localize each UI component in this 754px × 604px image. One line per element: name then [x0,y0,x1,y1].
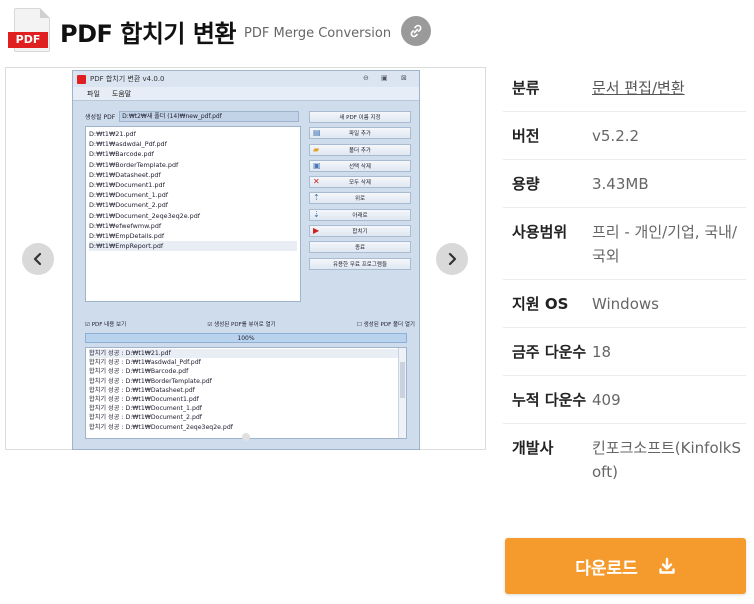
list-item: D:₩t1₩efwefwmw.pdf [89,221,162,230]
app-options: ☑ PDF 내용 보기 ☑ 생성된 PDF를 뷰어로 열기 ☐ 생성된 PDF … [85,322,415,328]
list-item: 합치기 성공 : D:₩t1₩Document_1.pdf [89,405,202,413]
download-button[interactable]: 다운로드 [505,538,746,594]
info-row-weekly-downloads: 금주 다운수 18 [503,328,746,376]
app-screenshot: PDF 합치기 변환 v4.0.0 ⊖ ▣ ⊠ 파일 도움말 생성될 PDF D… [72,70,420,450]
list-item: 합치기 성공 : D:₩t1₩Document_2eqe3eq2e.pdf [89,423,233,431]
app-button: 유용한 무료 프로그램들 [309,257,411,270]
info-row-os: 지원 OS Windows [503,280,746,328]
list-item: D:₩t1₩EmpDetails.pdf [89,232,165,241]
program-info: 분류 문서 편집/변환 버전 v5.2.2 용량 3.43MB 사용범위 프리 … [503,64,746,495]
app-button-column: 새 PDF 이름 지정 ▤ 파일 추가 ▰ 폴더 추가 ▣ 선택 삭제 ✕ 모두 삭제 … [309,111,411,274]
file-list: D:₩t1₩21.pdf D:₩t1₩asdwdal_Pdf.pdf D:₩t1… [85,126,301,302]
download-icon [658,557,676,575]
info-row-category: 분류 문서 편집/변환 [503,64,746,112]
list-item: 합치기 성공 : D:₩t1₩asdwdal_Pdf.pdf [89,359,201,367]
list-item: 합치기 성공 : D:₩t1₩Document1.pdf [89,396,199,404]
list-item: 합치기 성공 : D:₩t1₩Document_2.pdf [89,414,202,422]
output-path-field: D:₩t2₩새 폴더 (14)₩new_pdf.pdf [119,111,300,122]
list-item: D:₩t1₩BorderTemplate.pdf [89,160,179,169]
info-row-license: 사용범위 프리 - 개인/기업, 국내/국외 [503,208,746,280]
list-item: D:₩t1₩Barcode.pdf [89,150,154,159]
copy-link-button[interactable] [401,16,432,46]
list-item: D:₩t1₩Document_1.pdf [89,191,169,200]
info-row-total-downloads: 누적 다운수 409 [503,376,746,424]
app-button: ▣ 선택 삭제 [309,159,411,172]
gallery-prev-button[interactable] [22,243,54,275]
list-item: 합치기 성공 : D:₩t1₩21.pdf [89,349,403,359]
list-item: D:₩t1₩Datasheet.pdf [89,170,161,179]
list-item: D:₩t1₩Document1.pdf [89,181,165,190]
app-button: ✕ 모두 삭제 [309,176,411,189]
list-item: D:₩t1₩21.pdf [89,130,136,138]
list-item: 합치기 성공 : D:₩t1₩BorderTemplate.pdf [89,377,212,385]
close-icon: ⊠ [401,74,407,82]
output-pdf-row: 생성될 PDF D:₩t2₩새 폴더 (14)₩new_pdf.pdf [85,111,300,122]
page-title: PDF 합치기 변환 [60,19,237,48]
page-header: PDF PDF 합치기 변환 PDF Merge Conversion [8,6,432,56]
app-menubar: 파일 도움말 [73,87,419,101]
gallery-next-button[interactable] [436,243,468,275]
app-button: ▤ 파일 추가 [309,127,411,140]
app-button: 새 PDF 이름 지정 [309,111,411,123]
info-row-version: 버전 v5.2.2 [503,112,746,160]
chevron-left-icon [33,252,42,266]
app-button: ⇡ 위로 [309,192,411,205]
list-item: D:₩t1₩Document_2eqe3eq2e.pdf [89,211,201,220]
pdf-file-icon: PDF [8,8,52,54]
app-button: ⇣ 아래로 [309,208,411,221]
gallery-dot[interactable] [242,433,250,441]
merge-log: 합치기 성공 : D:₩t1₩21.pdf 합치기 성공 : D:₩t1₩asd… [85,347,407,439]
info-row-developer: 개발사 킨포크소프트(KinfolkSoft) [512,439,741,481]
log-scrollbar [398,348,406,438]
app-button: 종료 [309,241,411,254]
list-item: D:₩t1₩Document_2.pdf [89,201,169,210]
page-subtitle: PDF Merge Conversion [244,25,392,41]
list-item: 합치기 성공 : D:₩t1₩Barcode.pdf [89,368,189,376]
app-icon [77,74,86,84]
app-button: ▶ 합치기 [309,225,411,238]
progress-bar: 100% [85,333,407,343]
link-icon [410,24,422,38]
list-item: D:₩t1₩EmpReport.pdf [89,241,297,252]
category-link[interactable]: 문서 편집/변환 [592,76,746,100]
info-row-size: 용량 3.43MB [503,160,746,208]
app-button: ▰ 폴더 추가 [309,143,411,156]
chevron-right-icon [448,252,457,266]
maximize-icon: ▣ [381,74,388,82]
list-item: 합치기 성공 : D:₩t1₩Datasheet.pdf [89,386,195,394]
minimize-icon: ⊖ [363,74,369,82]
screenshot-gallery: PDF 합치기 변환 v4.0.0 ⊖ ▣ ⊠ 파일 도움말 생성될 PDF D… [5,67,486,450]
list-item: D:₩t1₩asdwdal_Pdf.pdf [89,140,167,149]
